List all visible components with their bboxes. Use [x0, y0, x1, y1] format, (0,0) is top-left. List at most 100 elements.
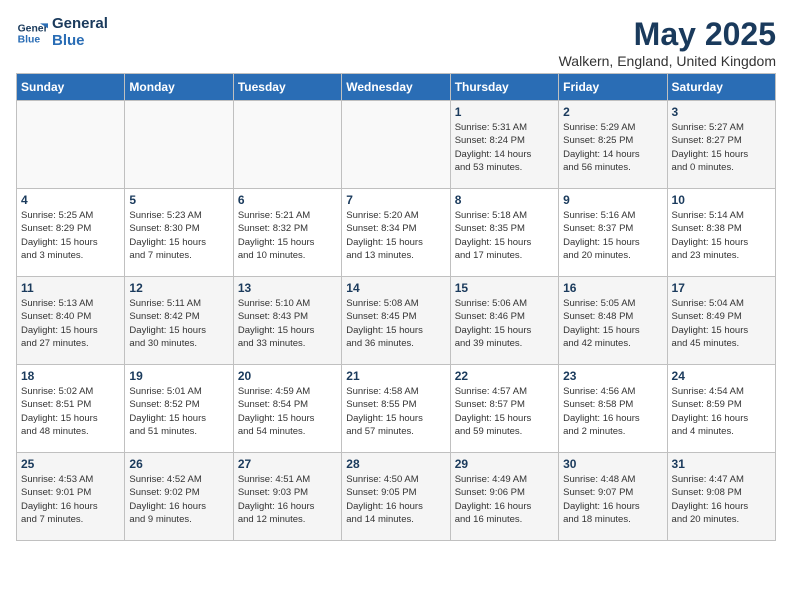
logo: General Blue General Blue	[16, 16, 108, 49]
day-number: 5	[129, 193, 228, 207]
day-info: Sunrise: 4:59 AM Sunset: 8:54 PM Dayligh…	[238, 385, 337, 438]
day-info: Sunrise: 5:16 AM Sunset: 8:37 PM Dayligh…	[563, 209, 662, 262]
month-title: May 2025	[559, 16, 776, 53]
day-number: 20	[238, 369, 337, 383]
day-info: Sunrise: 5:01 AM Sunset: 8:52 PM Dayligh…	[129, 385, 228, 438]
day-info: Sunrise: 5:29 AM Sunset: 8:25 PM Dayligh…	[563, 121, 662, 174]
calendar-cell: 27 Sunrise: 4:51 AM Sunset: 9:03 PM Dayli…	[233, 453, 341, 541]
calendar-cell	[233, 101, 341, 189]
calendar-cell: 22 Sunrise: 4:57 AM Sunset: 8:57 PM Dayli…	[450, 365, 558, 453]
day-info: Sunrise: 5:20 AM Sunset: 8:34 PM Dayligh…	[346, 209, 445, 262]
logo-icon: General Blue	[16, 17, 48, 49]
day-info: Sunrise: 5:08 AM Sunset: 8:45 PM Dayligh…	[346, 297, 445, 350]
calendar-cell: 30Sunrise: 4:48 AM Sunset: 9:07 PM Dayli…	[559, 453, 667, 541]
calendar-cell	[342, 101, 450, 189]
location: Walkern, England, United Kingdom	[559, 53, 776, 69]
day-info: Sunrise: 5:18 AM Sunset: 8:35 PM Dayligh…	[455, 209, 554, 262]
calendar-cell: 4 Sunrise: 5:25 AM Sunset: 8:29 PM Daylig…	[17, 189, 125, 277]
calendar-cell: 24Sunrise: 4:54 AM Sunset: 8:59 PM Dayli…	[667, 365, 775, 453]
day-number: 7	[346, 193, 445, 207]
weekday-header-sunday: Sunday	[17, 74, 125, 101]
weekday-header-thursday: Thursday	[450, 74, 558, 101]
calendar-cell: 11 Sunrise: 5:13 AM Sunset: 8:40 PM Dayli…	[17, 277, 125, 365]
calendar-cell: 23Sunrise: 4:56 AM Sunset: 8:58 PM Dayli…	[559, 365, 667, 453]
calendar-cell: 21 Sunrise: 4:58 AM Sunset: 8:55 PM Dayli…	[342, 365, 450, 453]
day-info: Sunrise: 5:23 AM Sunset: 8:30 PM Dayligh…	[129, 209, 228, 262]
day-info: Sunrise: 4:49 AM Sunset: 9:06 PM Dayligh…	[455, 473, 554, 526]
calendar-cell: 28 Sunrise: 4:50 AM Sunset: 9:05 PM Dayli…	[342, 453, 450, 541]
day-info: Sunrise: 4:53 AM Sunset: 9:01 PM Dayligh…	[21, 473, 120, 526]
day-number: 15	[455, 281, 554, 295]
day-number: 26	[129, 457, 228, 471]
calendar-cell: 25 Sunrise: 4:53 AM Sunset: 9:01 PM Dayli…	[17, 453, 125, 541]
day-number: 17	[672, 281, 771, 295]
day-info: Sunrise: 5:10 AM Sunset: 8:43 PM Dayligh…	[238, 297, 337, 350]
day-info: Sunrise: 4:57 AM Sunset: 8:57 PM Dayligh…	[455, 385, 554, 438]
day-number: 22	[455, 369, 554, 383]
day-number: 6	[238, 193, 337, 207]
day-number: 18	[21, 369, 120, 383]
calendar-cell: 10Sunrise: 5:14 AM Sunset: 8:38 PM Dayli…	[667, 189, 775, 277]
day-number: 8	[455, 193, 554, 207]
calendar-cell: 31 Sunrise: 4:47 AM Sunset: 9:08 PM Dayli…	[667, 453, 775, 541]
calendar-cell: 15 Sunrise: 5:06 AM Sunset: 8:46 PM Dayli…	[450, 277, 558, 365]
day-info: Sunrise: 5:06 AM Sunset: 8:46 PM Dayligh…	[455, 297, 554, 350]
calendar-cell: 1 Sunrise: 5:31 AM Sunset: 8:24 PM Daylig…	[450, 101, 558, 189]
weekday-header-monday: Monday	[125, 74, 233, 101]
day-number: 21	[346, 369, 445, 383]
day-info: Sunrise: 4:47 AM Sunset: 9:08 PM Dayligh…	[672, 473, 771, 526]
calendar-cell: 7 Sunrise: 5:20 AM Sunset: 8:34 PM Daylig…	[342, 189, 450, 277]
day-number: 2	[563, 105, 662, 119]
weekday-header-wednesday: Wednesday	[342, 74, 450, 101]
calendar-cell	[17, 101, 125, 189]
calendar-cell: 5 Sunrise: 5:23 AM Sunset: 8:30 PM Daylig…	[125, 189, 233, 277]
logo-text-blue: Blue	[52, 33, 108, 50]
calendar-cell: 20 Sunrise: 4:59 AM Sunset: 8:54 PM Dayli…	[233, 365, 341, 453]
day-number: 4	[21, 193, 120, 207]
calendar-table: SundayMondayTuesdayWednesdayThursdayFrid…	[16, 73, 776, 541]
calendar-cell: 12Sunrise: 5:11 AM Sunset: 8:42 PM Dayli…	[125, 277, 233, 365]
day-info: Sunrise: 4:50 AM Sunset: 9:05 PM Dayligh…	[346, 473, 445, 526]
day-number: 11	[21, 281, 120, 295]
weekday-header-tuesday: Tuesday	[233, 74, 341, 101]
calendar-cell: 14 Sunrise: 5:08 AM Sunset: 8:45 PM Dayli…	[342, 277, 450, 365]
logo-text-general: General	[52, 16, 108, 33]
day-number: 1	[455, 105, 554, 119]
calendar-cell: 16 Sunrise: 5:05 AM Sunset: 8:48 PM Dayli…	[559, 277, 667, 365]
calendar-cell: 19 Sunrise: 5:01 AM Sunset: 8:52 PM Dayli…	[125, 365, 233, 453]
day-number: 16	[563, 281, 662, 295]
calendar-cell: 26 Sunrise: 4:52 AM Sunset: 9:02 PM Dayli…	[125, 453, 233, 541]
day-number: 14	[346, 281, 445, 295]
day-number: 28	[346, 457, 445, 471]
calendar-week-row: 1 Sunrise: 5:31 AM Sunset: 8:24 PM Daylig…	[17, 101, 776, 189]
weekday-header-friday: Friday	[559, 74, 667, 101]
calendar-cell: 2 Sunrise: 5:29 AM Sunset: 8:25 PM Daylig…	[559, 101, 667, 189]
day-info: Sunrise: 5:25 AM Sunset: 8:29 PM Dayligh…	[21, 209, 120, 262]
day-number: 27	[238, 457, 337, 471]
day-info: Sunrise: 4:54 AM Sunset: 8:59 PM Dayligh…	[672, 385, 771, 438]
calendar-cell: 8 Sunrise: 5:18 AM Sunset: 8:35 PM Daylig…	[450, 189, 558, 277]
day-info: Sunrise: 5:13 AM Sunset: 8:40 PM Dayligh…	[21, 297, 120, 350]
calendar-cell: 17Sunrise: 5:04 AM Sunset: 8:49 PM Dayli…	[667, 277, 775, 365]
day-info: Sunrise: 4:51 AM Sunset: 9:03 PM Dayligh…	[238, 473, 337, 526]
day-info: Sunrise: 5:14 AM Sunset: 8:38 PM Dayligh…	[672, 209, 771, 262]
svg-text:Blue: Blue	[18, 34, 41, 45]
weekday-header-row: SundayMondayTuesdayWednesdayThursdayFrid…	[17, 74, 776, 101]
day-number: 25	[21, 457, 120, 471]
day-number: 31	[672, 457, 771, 471]
page-header: General Blue General Blue May 2025 Walke…	[16, 16, 776, 69]
day-number: 9	[563, 193, 662, 207]
day-info: Sunrise: 4:58 AM Sunset: 8:55 PM Dayligh…	[346, 385, 445, 438]
calendar-week-row: 4 Sunrise: 5:25 AM Sunset: 8:29 PM Daylig…	[17, 189, 776, 277]
weekday-header-saturday: Saturday	[667, 74, 775, 101]
day-info: Sunrise: 5:31 AM Sunset: 8:24 PM Dayligh…	[455, 121, 554, 174]
calendar-week-row: 25 Sunrise: 4:53 AM Sunset: 9:01 PM Dayli…	[17, 453, 776, 541]
calendar-cell: 9 Sunrise: 5:16 AM Sunset: 8:37 PM Daylig…	[559, 189, 667, 277]
calendar-cell	[125, 101, 233, 189]
calendar-week-row: 11 Sunrise: 5:13 AM Sunset: 8:40 PM Dayli…	[17, 277, 776, 365]
day-number: 19	[129, 369, 228, 383]
day-info: Sunrise: 4:52 AM Sunset: 9:02 PM Dayligh…	[129, 473, 228, 526]
day-info: Sunrise: 5:21 AM Sunset: 8:32 PM Dayligh…	[238, 209, 337, 262]
day-info: Sunrise: 5:05 AM Sunset: 8:48 PM Dayligh…	[563, 297, 662, 350]
title-block: May 2025 Walkern, England, United Kingdo…	[559, 16, 776, 69]
